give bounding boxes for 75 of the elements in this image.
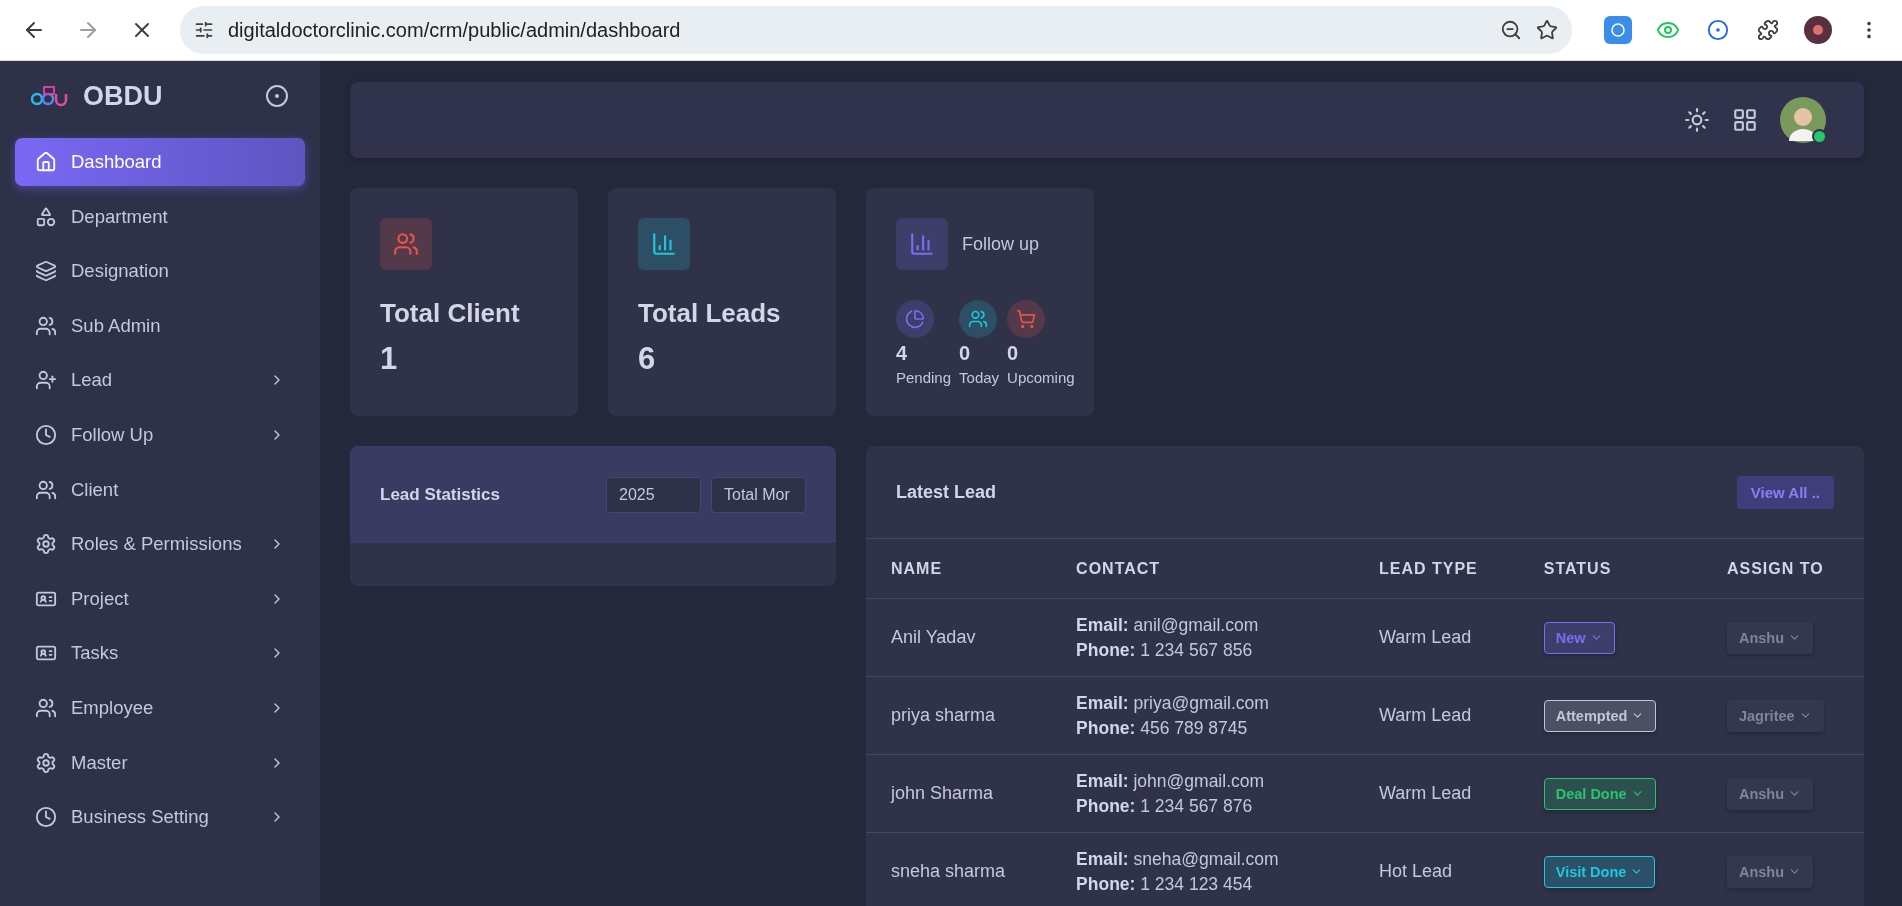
column-header: ASSIGN TO	[1701, 539, 1864, 599]
name-cell: Anil Yadav	[866, 598, 1052, 677]
nav-item[interactable]: Master	[15, 738, 305, 787]
nav-item[interactable]: Department	[15, 192, 305, 241]
nav-icon	[35, 151, 57, 173]
stat-label: Upcoming	[1007, 369, 1075, 386]
nav-item[interactable]: Dashboard	[15, 138, 305, 186]
user-avatar[interactable]	[1780, 97, 1826, 143]
lead-type-cell: Hot Lead	[1353, 832, 1519, 906]
nav-item[interactable]: Follow Up	[15, 410, 305, 459]
nav-icon	[35, 314, 57, 337]
nav-item[interactable]: Tasks	[15, 629, 305, 678]
card-value: 1	[380, 341, 399, 377]
nav-icon	[35, 806, 57, 829]
card-value: 6	[638, 341, 657, 377]
nav-item[interactable]: Sub Admin	[15, 301, 305, 350]
name-cell: john Sharma	[866, 754, 1052, 833]
nav-item[interactable]: Project	[15, 574, 305, 623]
card-title: Lead Statistics	[380, 484, 501, 505]
site-settings-icon[interactable]	[194, 20, 214, 40]
nav-item[interactable]: Employee	[15, 683, 305, 732]
stat-value: 4	[896, 342, 908, 365]
email-text: Email: anil@gmail.com	[1076, 614, 1260, 637]
card-title: Total Leads	[638, 298, 782, 329]
nav-icon	[35, 696, 57, 719]
phone-text: Phone: 1 234 123 454	[1076, 872, 1254, 896]
collapse-toggle-icon[interactable]	[265, 84, 289, 108]
nav-item[interactable]: Lead	[15, 356, 305, 405]
phone-text: Phone: 1 234 567 876	[1076, 794, 1254, 818]
column-header: NAME	[866, 539, 1052, 599]
apps-grid-icon[interactable]	[1732, 107, 1758, 133]
nav-item[interactable]: Roles & Permissions	[15, 520, 305, 569]
status-dropdown[interactable]: Visit Done	[1543, 855, 1656, 888]
phone-text: Phone: 1 234 567 856	[1076, 638, 1254, 662]
stat-value: 0	[959, 342, 971, 365]
phone-text: Phone: 456 789 8745	[1076, 716, 1249, 740]
nav-icon	[35, 478, 57, 501]
stat-label: Today	[959, 369, 1000, 386]
nav-item[interactable]: Business Setting	[15, 793, 305, 842]
extension-icon[interactable]	[1604, 16, 1632, 44]
name-cell: sneha sharma	[866, 832, 1052, 906]
card-title: Total Client	[380, 298, 521, 329]
url-text: digitaldoctorclinic.com/crm/public/admin/dashboard	[228, 18, 682, 42]
nav-icon	[35, 369, 57, 392]
nav-icon	[35, 533, 57, 556]
card-title: Latest Lead	[896, 481, 997, 503]
status-dropdown[interactable]: Attempted	[1543, 699, 1657, 732]
email-text: Email: priya@gmail.com	[1076, 692, 1270, 715]
nav-item[interactable]: Designation	[15, 247, 305, 296]
status-dropdown[interactable]: Deal Done	[1543, 777, 1656, 810]
name-cell: priya sharma	[866, 676, 1052, 755]
nav-icon	[35, 751, 57, 774]
card-title: Follow up	[962, 233, 1040, 255]
email-text: Email: john@gmail.com	[1076, 770, 1266, 793]
nav-item[interactable]: Client	[15, 465, 305, 514]
bookmark-star-icon[interactable]	[1536, 19, 1558, 41]
column-header: CONTACT	[1051, 539, 1354, 599]
nav-icon	[35, 423, 57, 446]
zoom-icon[interactable]	[1500, 19, 1522, 41]
theme-toggle-icon[interactable]	[1684, 107, 1710, 133]
year-field[interactable]: 2025	[606, 476, 701, 513]
brand-name: OBDU	[83, 80, 164, 112]
stat-label: Pending	[896, 369, 952, 386]
period-select[interactable]: Total Mor	[711, 476, 806, 513]
nav-icon	[35, 260, 57, 283]
profile-avatar[interactable]	[1804, 16, 1832, 44]
lead-type-cell: Warm Lead	[1353, 598, 1519, 677]
stat-value: 0	[1007, 342, 1019, 365]
column-header: LEAD TYPE	[1353, 539, 1519, 599]
nav-icon	[35, 205, 57, 228]
email-text: Email: sneha@gmail.com	[1076, 848, 1280, 871]
address-bar[interactable]: digitaldoctorclinic.com/crm/public/admin/dashboard	[180, 6, 1572, 54]
lead-type-cell: Warm Lead	[1353, 676, 1519, 755]
column-header: STATUS	[1518, 539, 1702, 599]
lead-type-cell: Warm Lead	[1353, 754, 1519, 833]
